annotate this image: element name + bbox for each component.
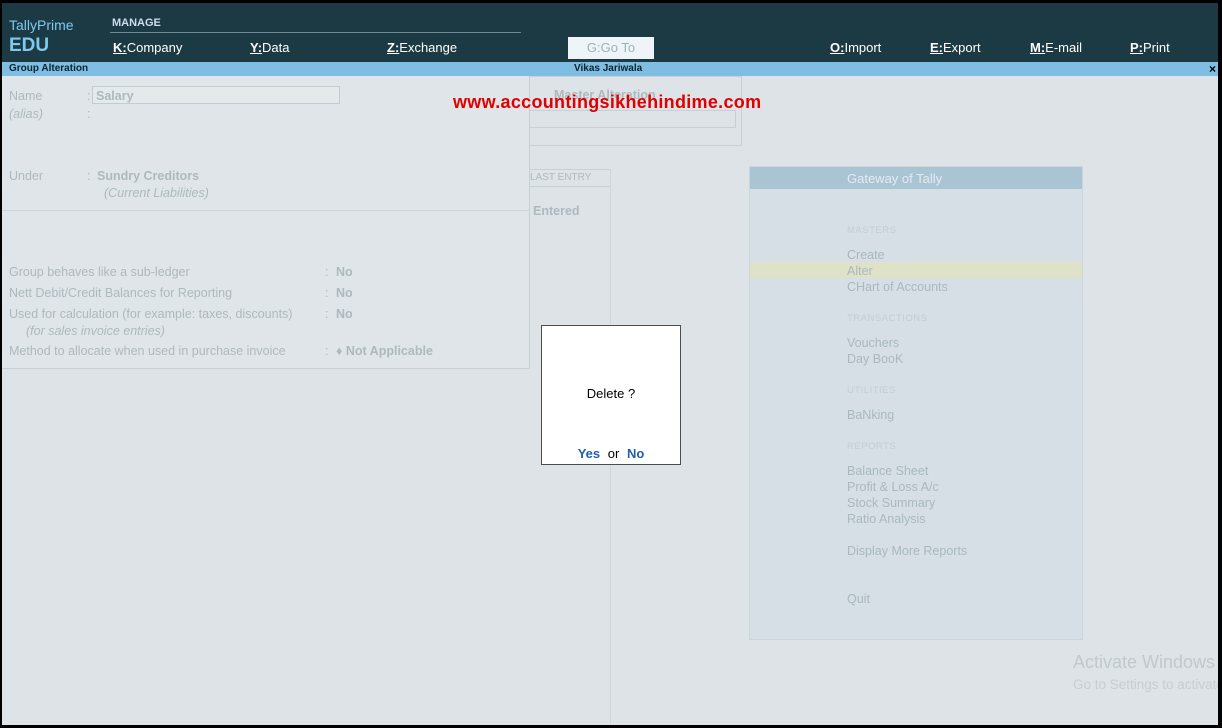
menu-email-label: E-mail bbox=[1045, 40, 1083, 55]
gateway-item-display-more-reports[interactable]: Display More Reports bbox=[847, 544, 967, 558]
or-label: or bbox=[607, 446, 620, 461]
subledger-colon: : bbox=[325, 265, 329, 279]
menu-import-label: Import bbox=[844, 40, 882, 55]
gateway-item-banking[interactable]: BaNking bbox=[847, 408, 894, 422]
menu-company-key: K: bbox=[113, 40, 127, 55]
menu-print-label: Print bbox=[1143, 40, 1170, 55]
form-divider bbox=[2, 210, 529, 211]
menu-goto-label: Go To bbox=[600, 40, 636, 55]
delete-confirm-dialog: Delete ? Yes or No bbox=[541, 325, 681, 465]
delete-question: Delete ? bbox=[586, 386, 636, 401]
sales-note: (for sales invoice entries) bbox=[26, 324, 165, 338]
menu-exchange-label: Exchange bbox=[399, 40, 458, 55]
manage-section-label: MANAGE bbox=[112, 17, 161, 29]
top-bar: TallyPrime EDU MANAGE K:Company Y:Data Z… bbox=[2, 3, 1218, 62]
calculation-colon: : bbox=[325, 307, 329, 321]
gateway-item-alter[interactable]: Alter bbox=[847, 264, 873, 278]
calculation-label: Used for calculation (for example: taxes… bbox=[9, 307, 293, 321]
menu-export-label: Export bbox=[943, 40, 981, 55]
name-label: Name bbox=[9, 89, 43, 103]
gateway-section-masters: MASTERS bbox=[847, 225, 897, 236]
under-colon: : bbox=[87, 169, 91, 183]
gateway-title: Gateway of Tally bbox=[847, 171, 943, 186]
brand-name: TallyPrime bbox=[9, 17, 74, 33]
menu-data-key: Y: bbox=[250, 40, 263, 55]
manage-divider bbox=[110, 32, 521, 33]
gateway-item-create[interactable]: Create bbox=[847, 248, 885, 262]
yes-button[interactable]: Yes bbox=[578, 446, 600, 461]
close-icon[interactable]: × bbox=[1209, 62, 1216, 76]
nett-balance-colon: : bbox=[325, 286, 329, 300]
title-strip: Group Alteration Vikas Jariwala × bbox=[2, 62, 1218, 76]
site-watermark: www.accountingsikhehindime.com bbox=[453, 92, 762, 112]
nett-balance-value[interactable]: No bbox=[336, 286, 353, 300]
gateway-section-utilities: UTILITIES bbox=[847, 385, 896, 396]
gateway-item-profit-loss[interactable]: Profit & Loss A/c bbox=[847, 480, 939, 494]
no-button[interactable]: No bbox=[627, 446, 644, 461]
gateway-item-day-book[interactable]: Day BooK bbox=[847, 352, 903, 366]
brand-edition: EDU bbox=[9, 35, 50, 56]
menu-import[interactable]: O:Import bbox=[830, 40, 881, 55]
tally-window: TallyPrime EDU MANAGE K:Company Y:Data Z… bbox=[2, 3, 1218, 725]
menu-data-label: Data bbox=[262, 40, 290, 55]
gateway-item-balance-sheet[interactable]: Balance Sheet bbox=[847, 464, 928, 478]
under-parent: (Current Liabilities) bbox=[104, 186, 209, 200]
entered-label: Entered bbox=[533, 204, 580, 218]
menu-exchange[interactable]: Z:Exchange bbox=[387, 40, 457, 55]
activate-windows-hint: Go to Settings to activate Windows. bbox=[1073, 677, 1218, 692]
gateway-item-vouchers[interactable]: Vouchers bbox=[847, 336, 899, 350]
alias-label: (alias) bbox=[9, 107, 44, 121]
last-entry-label: LAST ENTRY bbox=[530, 172, 592, 183]
gateway-item-quit[interactable]: Quit bbox=[847, 592, 870, 606]
activate-windows-title: Activate Windows bbox=[1073, 652, 1216, 672]
screen-title: Group Alteration bbox=[9, 63, 89, 74]
menu-print-key: P: bbox=[1130, 40, 1143, 55]
menu-import-key: O: bbox=[830, 40, 845, 55]
gateway-section-reports: REPORTS bbox=[847, 441, 897, 452]
menu-email[interactable]: M:E-mail bbox=[1030, 40, 1082, 55]
menu-goto[interactable]: G:Go To bbox=[568, 37, 654, 59]
under-value[interactable]: Sundry Creditors bbox=[97, 169, 199, 183]
nett-balance-label: Nett Debit/Credit Balances for Reporting bbox=[9, 286, 233, 300]
group-alteration-form: Name : Salary (alias) : Under : Sundry C… bbox=[2, 76, 530, 369]
calculation-value[interactable]: No bbox=[336, 307, 353, 321]
gateway-item-stock-summary[interactable]: Stock Summary bbox=[847, 496, 935, 510]
menu-export[interactable]: E:Export bbox=[930, 40, 981, 55]
menu-print[interactable]: P:Print bbox=[1130, 40, 1170, 55]
company-name: Vikas Jariwala bbox=[574, 63, 643, 74]
name-value: Salary bbox=[96, 89, 134, 103]
gateway-selection-highlight bbox=[750, 262, 1082, 278]
menu-company[interactable]: K:Company bbox=[113, 40, 182, 55]
allocate-colon: : bbox=[325, 344, 329, 358]
gateway-panel: Gateway of Tally MASTERS Create Alter CH… bbox=[749, 166, 1083, 640]
subledger-label: Group behaves like a sub-ledger bbox=[9, 265, 190, 279]
dialog-answers: Yes or No bbox=[542, 446, 680, 461]
gateway-item-chart-of-accounts[interactable]: CHart of Accounts bbox=[847, 280, 948, 294]
menu-data[interactable]: Y:Data bbox=[250, 40, 290, 55]
gateway-header: Gateway of Tally bbox=[750, 167, 1082, 189]
menu-goto-key: G: bbox=[586, 40, 601, 55]
menu-exchange-key: Z: bbox=[387, 40, 400, 55]
name-colon: : bbox=[87, 89, 91, 103]
menu-company-label: Company bbox=[126, 40, 183, 55]
menu-export-key: E: bbox=[930, 40, 943, 55]
subledger-value[interactable]: No bbox=[336, 265, 353, 279]
alias-colon: : bbox=[87, 107, 91, 121]
allocate-label: Method to allocate when used in purchase… bbox=[9, 344, 286, 358]
gateway-section-transactions: TRANSACTIONS bbox=[847, 313, 928, 324]
menu-email-key: M: bbox=[1030, 40, 1046, 55]
gateway-item-ratio-analysis[interactable]: Ratio Analysis bbox=[847, 512, 926, 526]
allocate-value[interactable]: ♦ Not Applicable bbox=[336, 344, 433, 358]
under-label: Under bbox=[9, 169, 44, 183]
